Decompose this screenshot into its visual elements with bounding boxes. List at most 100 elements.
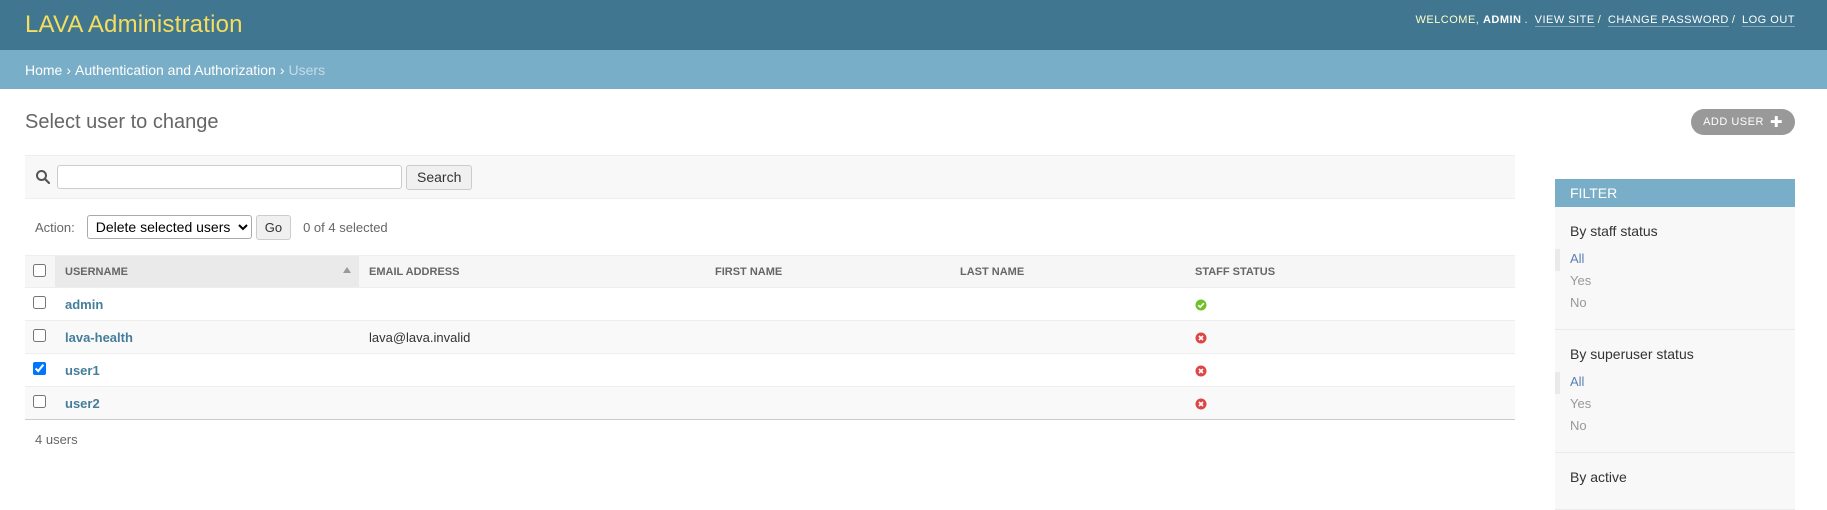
- row-select-cell: [25, 287, 55, 321]
- search-icon: [36, 170, 51, 185]
- last-name-cell: [950, 353, 1185, 387]
- row-select-checkbox[interactable]: [33, 362, 46, 375]
- breadcrumb-current: Users: [288, 61, 326, 78]
- filter-option: All: [1555, 249, 1795, 271]
- filter-panel: FILTER By staff status All Yes No By superus…: [1555, 179, 1795, 510]
- last-name-cell: [950, 386, 1185, 420]
- filter-option-link[interactable]: All: [1570, 374, 1584, 389]
- no-icon: [1195, 398, 1207, 410]
- filter-option-link[interactable]: All: [1570, 251, 1584, 266]
- column-email[interactable]: EMAIL ADDRESS: [359, 255, 705, 288]
- row-select-cell: [25, 386, 55, 420]
- welcome-text: WELCOME,: [1415, 14, 1480, 26]
- breadcrumb-separator: ›: [279, 61, 285, 78]
- go-button[interactable]: Go: [255, 214, 292, 240]
- table-row: admin: [25, 287, 1515, 321]
- results-table: USERNAME EMAIL ADDRESS FIRST NAME LAST N…: [25, 255, 1515, 420]
- row-select-checkbox[interactable]: [33, 296, 46, 309]
- staff-status-cell: [1185, 320, 1515, 354]
- filter-option-link[interactable]: Yes: [1570, 273, 1591, 288]
- filter-option: Yes: [1555, 394, 1795, 416]
- search-input[interactable]: [57, 165, 402, 189]
- column-last-name[interactable]: LAST NAME: [950, 255, 1185, 288]
- first-name-cell: [705, 386, 950, 420]
- row-select-cell: [25, 353, 55, 387]
- site-branding[interactable]: LAVA Administration: [25, 11, 243, 39]
- column-username[interactable]: USERNAME: [55, 255, 359, 288]
- username-link[interactable]: admin: [65, 297, 103, 312]
- page-title: Select user to change: [25, 111, 219, 133]
- email-cell: [359, 353, 705, 387]
- breadcrumb-home[interactable]: Home: [25, 62, 62, 78]
- table-header-row: USERNAME EMAIL ADDRESS FIRST NAME LAST N…: [25, 255, 1515, 288]
- row-select-checkbox[interactable]: [33, 329, 46, 342]
- filter-title: FILTER: [1555, 179, 1795, 207]
- table-row: user1: [25, 353, 1515, 387]
- changelist: Search Action: Delete selected users Go …: [25, 155, 1515, 459]
- view-site-link[interactable]: VIEW SITE: [1534, 14, 1595, 27]
- username-link[interactable]: user1: [65, 363, 100, 378]
- filter-option-link[interactable]: No: [1570, 418, 1587, 433]
- paginator: 4 users: [35, 432, 78, 447]
- email-cell: [359, 386, 705, 420]
- email-cell: lava@lava.invalid: [359, 320, 705, 354]
- filter-option-link[interactable]: Yes: [1570, 396, 1591, 411]
- filter-option: No: [1555, 416, 1795, 438]
- select-all-checkbox[interactable]: [33, 263, 46, 277]
- row-select-cell: [25, 320, 55, 354]
- breadcrumb-app[interactable]: Authentication and Authorization: [75, 62, 276, 78]
- filter-group: By active: [1555, 453, 1795, 510]
- actions-bar: Action: Delete selected users Go 0 of 4 …: [25, 199, 1515, 255]
- first-name-cell: [705, 320, 950, 354]
- username-link[interactable]: user2: [65, 396, 100, 411]
- filter-group-title: By active: [1570, 469, 1627, 485]
- no-icon: [1195, 332, 1207, 344]
- add-user-label: ADD USER: [1703, 116, 1764, 128]
- action-label: Action:: [35, 219, 75, 235]
- username-cell: admin: [55, 287, 359, 321]
- change-password-link[interactable]: CHANGE PASSWORD: [1607, 14, 1729, 27]
- filter-options: All Yes No: [1555, 372, 1795, 438]
- filter-option-link[interactable]: No: [1570, 295, 1587, 310]
- column-username-label: USERNAME: [65, 265, 128, 278]
- plus-icon: ✚: [1769, 113, 1783, 131]
- no-icon: [1195, 365, 1207, 377]
- filter-options: All Yes No: [1555, 249, 1795, 315]
- table-row: lava-health lava@lava.invalid: [25, 320, 1515, 354]
- filter-group: By superuser status All Yes No: [1555, 330, 1795, 453]
- filter-group: By staff status All Yes No: [1555, 207, 1795, 330]
- staff-status-cell: [1185, 353, 1515, 387]
- column-staff-status[interactable]: STAFF STATUS: [1185, 255, 1515, 288]
- table-row: user2: [25, 386, 1515, 420]
- staff-status-cell: [1185, 386, 1515, 420]
- email-cell: [359, 287, 705, 321]
- header: LAVA Administration WELCOME, ADMIN. VIEW…: [0, 0, 1827, 50]
- search-button[interactable]: Search: [406, 164, 473, 190]
- last-name-cell: [950, 287, 1185, 321]
- search-toolbar: Search: [25, 155, 1515, 199]
- user-tools: WELCOME, ADMIN. VIEW SITE / CHANGE PASSWO…: [1415, 14, 1795, 27]
- yes-icon: [1195, 299, 1207, 311]
- staff-status-cell: [1185, 287, 1515, 321]
- filter-group-title: By superuser status: [1570, 346, 1694, 362]
- username-link[interactable]: lava-health: [65, 330, 133, 345]
- username-cell: user2: [55, 386, 359, 420]
- column-first-name[interactable]: FIRST NAME: [705, 255, 950, 288]
- last-name-cell: [950, 320, 1185, 354]
- first-name-cell: [705, 353, 950, 387]
- action-select[interactable]: Delete selected users: [86, 215, 252, 239]
- filter-option: No: [1555, 293, 1795, 315]
- filter-option: All: [1555, 372, 1795, 394]
- breadcrumb-separator: ›: [66, 61, 72, 78]
- username-cell: lava-health: [55, 320, 359, 354]
- log-out-link[interactable]: LOG OUT: [1741, 14, 1795, 27]
- row-select-checkbox[interactable]: [33, 395, 46, 408]
- add-user-button[interactable]: ADD USER ✚: [1691, 109, 1795, 135]
- current-username: ADMIN: [1482, 14, 1522, 26]
- select-all-header: [25, 255, 55, 288]
- sort-ascending-icon[interactable]: [343, 267, 351, 273]
- username-cell: user1: [55, 353, 359, 387]
- filter-option: Yes: [1555, 271, 1795, 293]
- breadcrumb: Home › Authentication and Authorization …: [0, 50, 1827, 89]
- selection-counter: 0 of 4 selected: [303, 219, 388, 235]
